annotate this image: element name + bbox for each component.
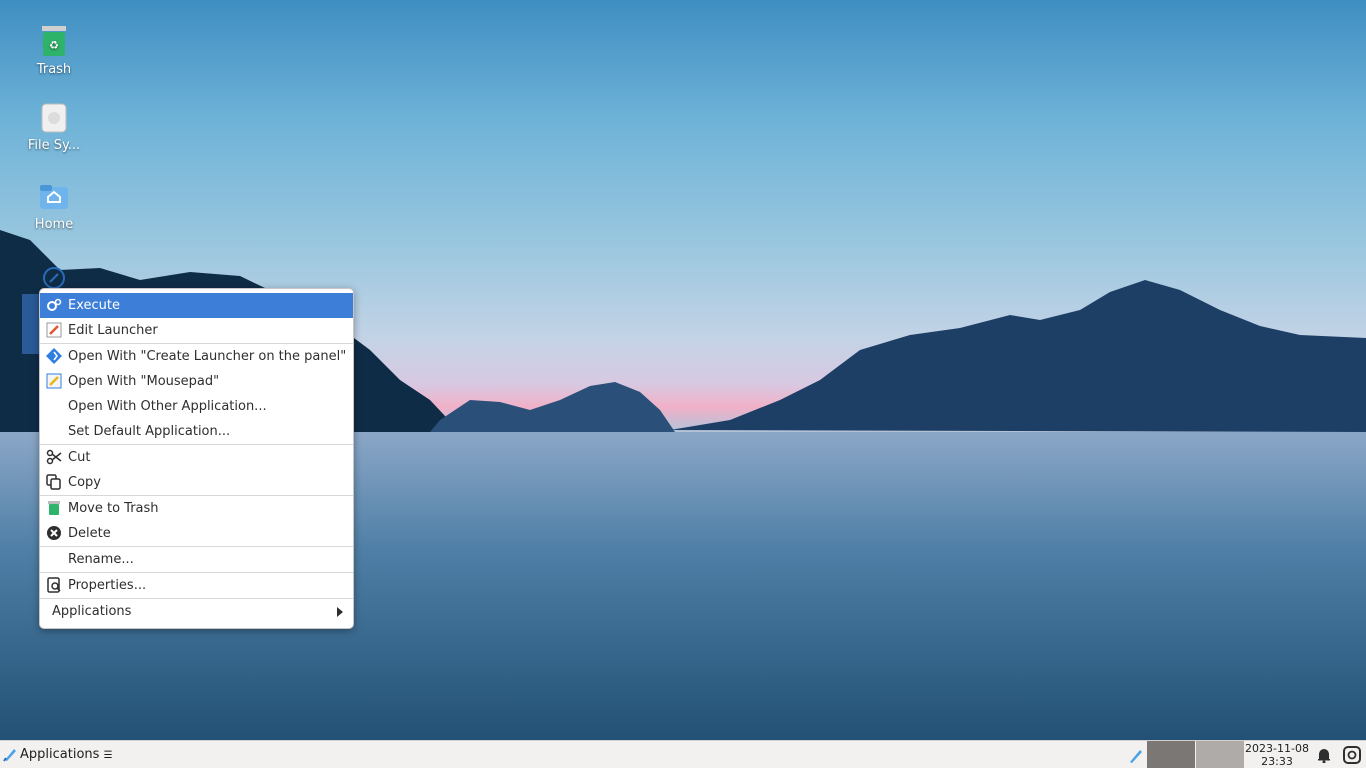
clock[interactable]: 2023-11-08 23:33 — [1242, 742, 1312, 768]
applications-menu-button[interactable]: Applications ☰ — [0, 741, 121, 768]
menu-item-open-with-other[interactable]: Open With Other Application... — [40, 394, 353, 419]
desktop: ♻ Trash File Sy... Home Execute Edit Lau… — [0, 0, 1366, 768]
edit-icon — [46, 322, 62, 338]
menu-item-set-default-application[interactable]: Set Default Application... — [40, 419, 353, 444]
menu-item-edit-launcher[interactable]: Edit Launcher — [40, 318, 353, 343]
menu-item-delete[interactable]: Delete — [40, 521, 353, 546]
launcher-tray-icon[interactable] — [1126, 746, 1144, 764]
menu-item-rename[interactable]: Rename... — [40, 547, 353, 572]
context-menu: Execute Edit Launcher Open With "Create … — [39, 288, 354, 629]
desktop-icon-label: Home — [34, 217, 74, 232]
delete-icon — [47, 526, 61, 540]
scissors-icon — [46, 449, 62, 465]
menu-item-execute[interactable]: Execute — [40, 293, 353, 318]
menu-item-label: Rename... — [68, 552, 134, 567]
menu-item-copy[interactable]: Copy — [40, 470, 353, 495]
launcher-icon — [43, 267, 65, 289]
notification-bell-icon[interactable] — [1316, 747, 1332, 763]
trash-icon: ♻ — [42, 26, 66, 56]
menu-item-label: Applications — [52, 604, 132, 619]
menu-item-cut[interactable]: Cut — [40, 445, 353, 470]
copy-icon — [46, 474, 61, 490]
menu-item-label: Open With "Mousepad" — [68, 374, 220, 389]
power-session-icon[interactable] — [1343, 746, 1361, 764]
desktop-icon-home[interactable]: Home — [18, 181, 90, 232]
menu-item-applications[interactable]: Applications — [40, 599, 353, 624]
bottom-panel: Applications ☰ 2023-11-08 23:33 — [0, 740, 1366, 768]
menu-item-open-with-create-launcher[interactable]: Open With "Create Launcher on the panel" — [40, 344, 353, 369]
menu-item-properties[interactable]: Properties... — [40, 573, 353, 598]
desktop-icon-filesystem[interactable]: File Sy... — [18, 102, 90, 153]
submenu-arrow-icon — [337, 607, 343, 617]
workspace-1[interactable] — [1147, 741, 1195, 768]
workspace-2[interactable] — [1196, 741, 1244, 768]
svg-text:♻: ♻ — [49, 39, 59, 52]
menu-item-open-with-mousepad[interactable]: Open With "Mousepad" — [40, 369, 353, 394]
menu-item-label: Execute — [68, 298, 120, 313]
clock-date: 2023-11-08 — [1245, 742, 1309, 755]
desktop-icon-trash[interactable]: ♻ Trash — [18, 24, 90, 77]
xfce-logo-icon — [3, 749, 16, 762]
menu-item-label: Cut — [68, 450, 91, 465]
clock-time: 23:33 — [1261, 755, 1293, 768]
drive-icon — [41, 103, 67, 133]
desktop-icon-label: File Sy... — [27, 138, 81, 153]
mousepad-icon — [46, 373, 62, 389]
menu-item-label: Edit Launcher — [68, 323, 158, 338]
home-folder-icon — [40, 185, 68, 209]
menu-item-label: Open With Other Application... — [68, 399, 267, 414]
menu-item-label: Copy — [68, 475, 101, 490]
trash-icon — [48, 501, 60, 515]
gear-icon — [47, 298, 62, 311]
applications-label: Applications — [20, 747, 100, 762]
menu-item-label: Open With "Create Launcher on the panel" — [68, 349, 347, 364]
applications-menu-suffix-icon: ☰ — [103, 750, 113, 761]
desktop-icon-label: Trash — [36, 62, 72, 77]
menu-item-label: Delete — [68, 526, 111, 541]
properties-icon — [47, 577, 61, 593]
launcher-app-icon — [46, 348, 62, 364]
menu-item-label: Properties... — [68, 578, 147, 593]
menu-item-label: Set Default Application... — [68, 424, 231, 439]
menu-item-move-to-trash[interactable]: Move to Trash — [40, 496, 353, 521]
menu-item-label: Move to Trash — [68, 501, 159, 516]
